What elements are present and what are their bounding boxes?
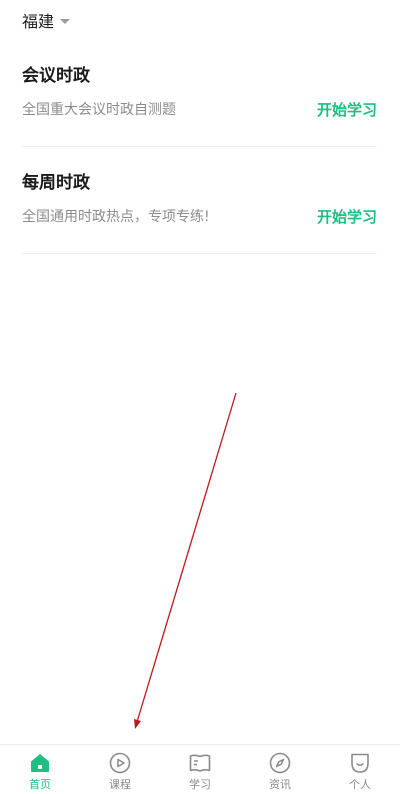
play-circle-icon <box>109 752 131 774</box>
tab-news[interactable]: 资讯 <box>240 745 320 794</box>
tab-courses[interactable]: 课程 <box>80 745 160 794</box>
tab-home[interactable]: 首页 <box>0 745 80 794</box>
tab-label: 首页 <box>29 778 51 791</box>
annotation-arrow <box>134 392 237 729</box>
tab-label: 课程 <box>109 778 131 791</box>
open-book-icon <box>189 754 211 772</box>
bottom-tab-bar: 首页 课程 学习 资讯 个人 <box>0 744 400 794</box>
tab-label: 个人 <box>349 778 371 791</box>
tab-profile[interactable]: 个人 <box>320 745 400 794</box>
home-icon <box>31 754 49 772</box>
compass-icon <box>269 752 291 774</box>
tab-label: 资讯 <box>269 778 291 791</box>
tab-study[interactable]: 学习 <box>160 745 240 794</box>
tab-label: 学习 <box>189 778 211 791</box>
profile-icon <box>351 753 369 773</box>
